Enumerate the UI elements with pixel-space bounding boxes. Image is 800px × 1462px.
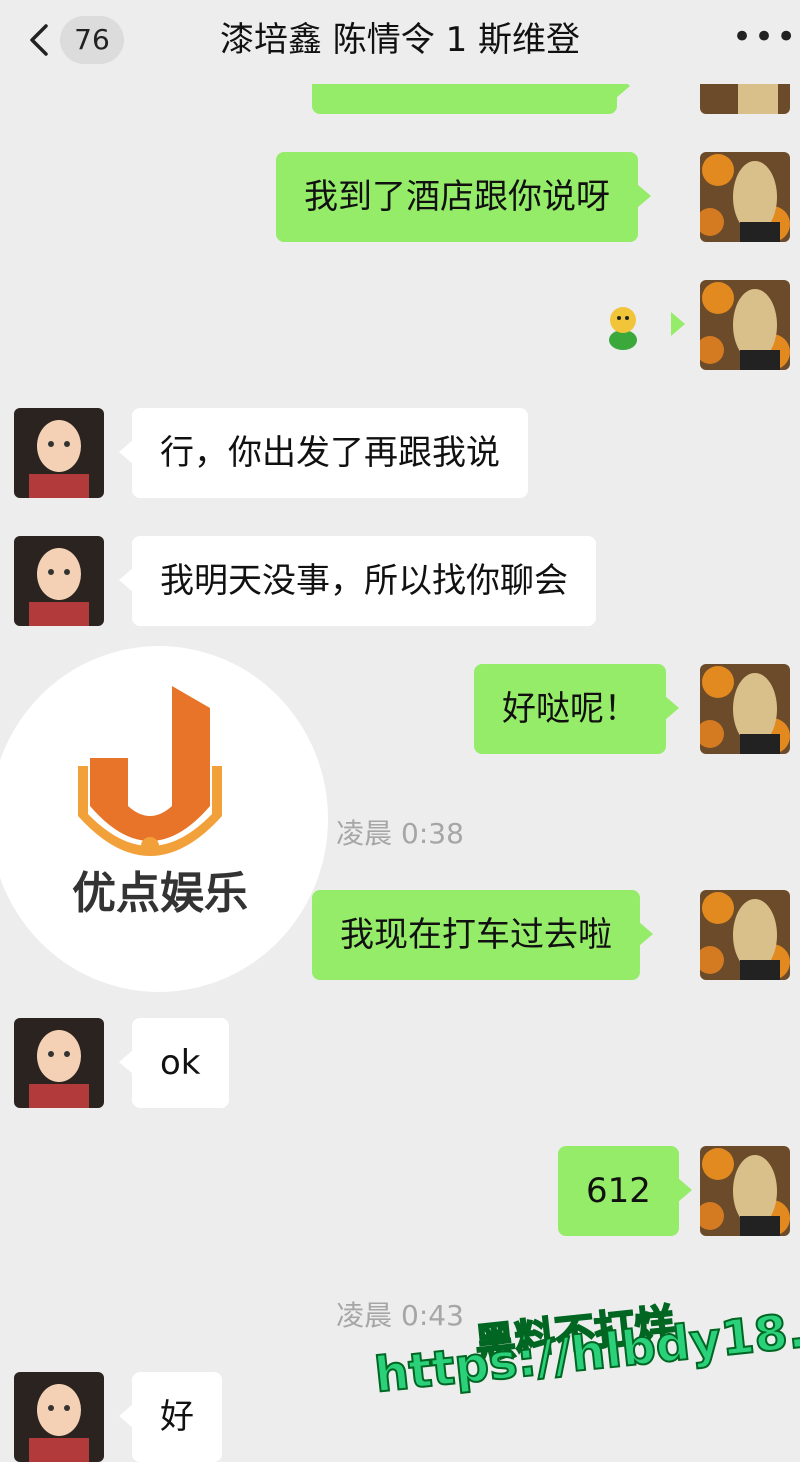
message-bubble-incoming[interactable]: ok <box>119 1018 229 1108</box>
avatar-self[interactable] <box>700 1146 790 1236</box>
chat-title: 漆培鑫 陈情令 1 斯维登 <box>219 20 581 60</box>
message-bubble-incoming[interactable]: 好 <box>119 1372 222 1462</box>
more-dots-icon[interactable]: ••• <box>732 20 796 54</box>
logo-text: 优点娱乐 <box>72 868 248 919</box>
message-bubble-outgoing[interactable]: 我现在打车过去啦 <box>312 890 653 980</box>
avatar-self[interactable] <box>700 890 790 980</box>
avatar-self[interactable] <box>700 280 790 370</box>
message-bubble-outgoing[interactable]: 好哒呢！ <box>474 664 679 754</box>
message-bubble-outgoing[interactable]: 我到了酒店跟你说呀 <box>276 152 651 242</box>
u-logo-icon <box>78 686 222 856</box>
avatar-self[interactable] <box>700 664 790 754</box>
avatar-self[interactable] <box>700 152 790 242</box>
overlay-logo: 优点娱乐 <box>0 646 328 992</box>
unread-count-badge[interactable]: 76 <box>60 16 124 64</box>
chat-header: 76 漆培鑫 陈情令 1 斯维登 ••• <box>0 0 800 84</box>
message-bubble-incoming[interactable]: 我明天没事，所以找你聊会 <box>119 536 596 626</box>
back-chevron-icon[interactable] <box>22 22 58 58</box>
avatar-contact[interactable] <box>14 1018 104 1108</box>
avatar-contact[interactable] <box>14 536 104 626</box>
message-bubble-incoming[interactable]: 行，你出发了再跟我说 <box>119 408 528 498</box>
smile-emoji-icon <box>609 307 637 350</box>
avatar-contact[interactable] <box>14 1372 104 1462</box>
avatar-contact[interactable] <box>14 408 104 498</box>
message-bubble-outgoing[interactable]: 612 <box>558 1146 692 1236</box>
